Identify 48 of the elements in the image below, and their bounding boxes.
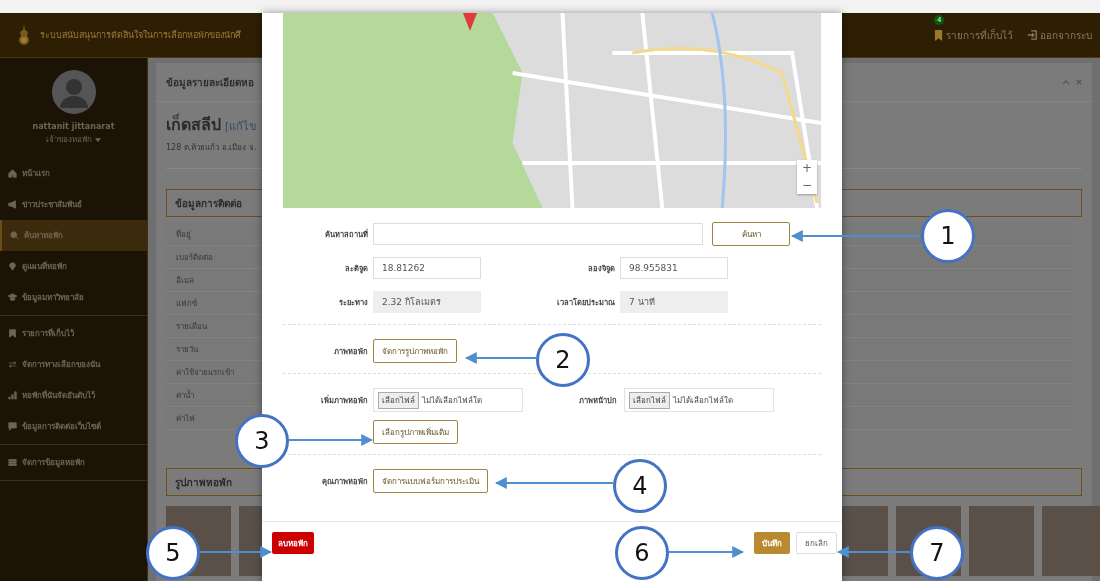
graduation-cap-icon [8,293,17,302]
longitude-field[interactable]: 98.955831 [620,257,728,279]
manage-photos-button[interactable]: จัดการรูปภาพหอพัก [373,339,457,363]
bookmark-icon [8,329,17,338]
chevron-up-icon[interactable] [1062,79,1070,85]
dorm-name: เก็ดสลีป [166,112,221,136]
sidebar-item[interactable]: หน้าแรก [0,158,147,189]
photo-placeholder [969,506,1034,576]
search-field[interactable] [373,223,703,245]
cancel-button[interactable]: ยกเลิก [796,532,837,554]
save-button[interactable]: บันทึก [754,532,790,554]
sidebar-item[interactable]: ข้อมูลมหาวิทยาลัย [0,282,147,313]
avatar-icon [51,70,96,114]
file-input[interactable]: เลือกไฟล์ ไม่ได้เลือกไฟล์ใด [373,388,523,412]
close-icon[interactable] [1076,79,1082,85]
sidebar-item[interactable]: รายการที่เก็บไว้ [0,318,147,349]
map-pin-icon [8,262,17,271]
sidebar-item[interactable]: ข้อมูลการติดต่อเว็บไซต์ [0,411,147,442]
home-icon [8,169,17,178]
bar-chart-icon [8,391,17,400]
list-icon [8,458,17,467]
photo-placeholder [1042,506,1100,576]
user-name: nattanit jittanarat [32,122,115,131]
latitude-field[interactable]: 18.81262 [373,257,481,279]
emblem-icon [16,24,32,46]
speech-bubble-icon [8,422,17,431]
sign-in-icon [1027,30,1037,40]
app-title: ระบบสนับสนุนการตัดสินใจในการเลือกหอพักของนักศึ [40,29,241,42]
panel-title: ข้อมูลรายละเอียดหอ [166,75,254,90]
search-icon [10,231,19,240]
map-pin-icon [463,13,477,31]
delete-button[interactable]: ลบหอพัก [272,532,314,554]
sidebar-item[interactable]: ดูแผนที่หอพัก [0,251,147,282]
add-more-photos-button[interactable]: เลือกรูปภาพเพิ่มเติม [373,420,458,444]
sidebar-item[interactable]: จัดการทางเลือกของฉัน [0,349,147,380]
file-input[interactable]: เลือกไฟล์ ไม่ได้เลือกไฟล์ใด [624,388,774,412]
map-zoom-button[interactable]: + [797,160,817,177]
manage-form-button[interactable]: จัดการแบบฟอร์มการประเมิน [373,469,488,493]
caret-icon [95,137,101,142]
sidebar-item[interactable]: หอพักที่ฉันจัดอันดับไว้ [0,380,147,411]
logout-link[interactable]: ออกจากระบ [1027,27,1092,43]
role-dropdown[interactable]: เจ้าของหอพัก [46,133,101,146]
megaphone-icon [8,200,17,209]
search-button[interactable]: ค้นหา [712,222,790,246]
swap-arrows-icon [8,360,17,369]
sidebar-item[interactable]: ข่าวประชาสัมพันธ์ [0,189,147,220]
sidebar-item[interactable]: จัดการข้อมูลหอพัก [0,447,147,478]
bookmark-icon [934,29,943,41]
